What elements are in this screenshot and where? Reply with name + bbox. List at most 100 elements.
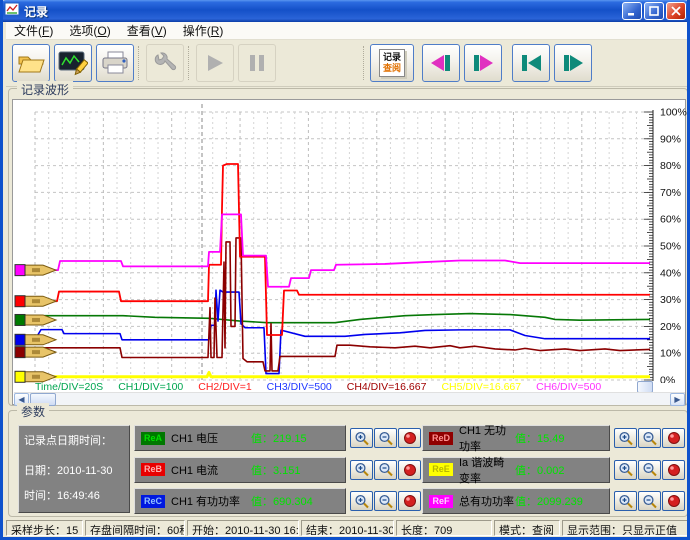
channel-badge: ReB <box>141 463 165 476</box>
param-panel: ReD CH1 无功功率值：15.49 <box>422 425 610 451</box>
menu-item-view[interactable]: 查看(V) <box>119 21 175 40</box>
close-button[interactable] <box>666 2 686 20</box>
play-button <box>196 44 234 82</box>
param-row-red: ReD CH1 无功功率值：15.49 <box>422 425 685 451</box>
y-axis-tick-label: 90% <box>660 133 681 145</box>
param-row-ref: ReF 总有功功率值：2099.239 <box>422 488 685 514</box>
horizontal-scrollbar: ◀ ▶ <box>14 392 685 405</box>
status-start-time: 开始：2010-11-30 16:41:1 <box>187 520 299 536</box>
param-row-rec: ReCCH1 有功功率值：690.304 <box>134 488 421 514</box>
zoom-in-button[interactable] <box>350 491 373 511</box>
record-datetime-caption: 记录点日期时间： <box>24 432 124 448</box>
zoom-out-button[interactable] <box>638 428 661 448</box>
record-dot-icon <box>667 431 681 445</box>
pause-icon <box>246 52 268 74</box>
zoom-in-icon <box>618 431 634 446</box>
param-label: 总有功功率 <box>459 493 515 509</box>
zoom-in-button[interactable] <box>350 428 373 448</box>
zoom-in-icon <box>618 462 634 477</box>
trace-ch2 <box>35 164 650 335</box>
zoom-in-button[interactable] <box>350 460 373 480</box>
print-button[interactable] <box>96 44 134 82</box>
record-review-button[interactable]: 记录 查阅 <box>370 44 414 82</box>
zoom-out-button[interactable] <box>374 460 397 480</box>
y-axis-tick-label: 30% <box>660 294 681 306</box>
param-value: 值：15.49 <box>515 430 603 446</box>
param-label: CH1 无功功率 <box>459 422 515 454</box>
zoom-out-icon <box>642 494 658 509</box>
record-dot-button[interactable] <box>662 491 685 511</box>
step-forward-icon <box>471 52 495 74</box>
record-dot-button[interactable] <box>662 460 685 480</box>
open-file-button[interactable] <box>12 44 50 82</box>
pen-marker-ch6[interactable] <box>15 265 56 276</box>
zoom-out-button[interactable] <box>374 491 397 511</box>
zoom-in-icon <box>354 431 370 446</box>
waveform-edit-button[interactable] <box>54 44 92 82</box>
horizontal-scroll-track[interactable] <box>56 393 670 405</box>
y-axis-tick-label: 0% <box>660 375 675 384</box>
param-label: Ia 谐波畸变率 <box>459 454 515 486</box>
next-record-button[interactable] <box>464 44 502 82</box>
last-record-button[interactable] <box>554 44 592 82</box>
status-end-time: 结束：2010-11-30 16:52:5 <box>301 520 394 536</box>
pen-marker-ch3[interactable] <box>15 334 56 345</box>
y-axis-tick-label: 60% <box>660 214 681 226</box>
record-dot-button[interactable] <box>662 428 685 448</box>
record-dot-button[interactable] <box>398 428 421 448</box>
zoom-in-button[interactable] <box>614 428 637 448</box>
record-dot-button[interactable] <box>398 460 421 480</box>
status-save-interval: 存盘间隔时间：60秒 <box>85 520 185 536</box>
trace-ch6 <box>35 214 650 286</box>
play-icon <box>204 52 226 74</box>
param-row-ree: ReEIa 谐波畸变率值：0.002 <box>422 457 685 483</box>
record-dot-icon <box>667 494 681 508</box>
scroll-right-button[interactable]: ▶ <box>670 393 685 406</box>
zoom-out-icon <box>642 462 658 477</box>
zoom-in-button[interactable] <box>614 491 637 511</box>
channel-badge: ReF <box>429 495 453 508</box>
channel-badge: ReE <box>429 463 453 476</box>
trace-ch1 <box>35 314 650 323</box>
minimize-button[interactable] <box>622 2 642 20</box>
record-date: 日期：2010-11-30 <box>24 462 124 478</box>
param-label: CH1 有功功率 <box>171 493 251 509</box>
step-back-icon <box>429 52 453 74</box>
zoom-out-icon <box>378 462 394 477</box>
trace-ch5 <box>35 372 650 376</box>
record-dot-icon <box>403 494 417 508</box>
wrench-icon <box>152 50 178 76</box>
record-datetime-panel: 记录点日期时间： 日期：2010-11-30 时间：16:49:46 <box>18 425 130 513</box>
params-groupbox: 参数 记录点日期时间： 日期：2010-11-30 时间：16:49:46 Re… <box>8 410 688 517</box>
pen-marker-ch2[interactable] <box>15 296 56 307</box>
channel-badge: ReC <box>141 495 165 508</box>
param-panel: ReACH1 电压值：219.15 <box>134 425 346 451</box>
trace-ch4 <box>35 238 650 371</box>
menu-bar: 文件(F)选项(O)查看(V)操作(R) <box>6 22 690 40</box>
y-axis-tick-label: 10% <box>660 348 681 360</box>
zoom-in-button[interactable] <box>614 460 637 480</box>
param-value: 值：2099.239 <box>515 493 603 509</box>
zoom-out-button[interactable] <box>638 491 661 511</box>
record-dot-icon <box>403 463 417 477</box>
first-record-button[interactable] <box>512 44 550 82</box>
record-dot-button[interactable] <box>398 491 421 511</box>
status-display-range: 显示范围：只显示正值 <box>562 520 690 536</box>
waveform-panel: 0%10%20%30%40%50%60%70%80%90%100% Time/D… <box>12 99 686 405</box>
prev-record-button[interactable] <box>422 44 460 82</box>
zoom-out-button[interactable] <box>638 460 661 480</box>
menu-item-options[interactable]: 选项(O) <box>61 21 118 40</box>
param-value: 值：219.15 <box>251 430 339 446</box>
settings-button <box>146 44 184 82</box>
menu-item-operate[interactable]: 操作(R) <box>175 21 232 40</box>
zoom-in-icon <box>354 494 370 509</box>
maximize-button[interactable] <box>644 2 664 20</box>
zoom-out-icon <box>378 431 394 446</box>
zoom-out-button[interactable] <box>374 428 397 448</box>
menu-item-file[interactable]: 文件(F) <box>6 21 61 40</box>
skip-to-end-icon <box>561 52 585 74</box>
param-row-reb: ReBCH1 电流值：3.151 <box>134 457 421 483</box>
record-time: 时间：16:49:46 <box>24 487 124 503</box>
skip-to-start-icon <box>519 52 543 74</box>
channel-badge: ReD <box>429 432 453 445</box>
